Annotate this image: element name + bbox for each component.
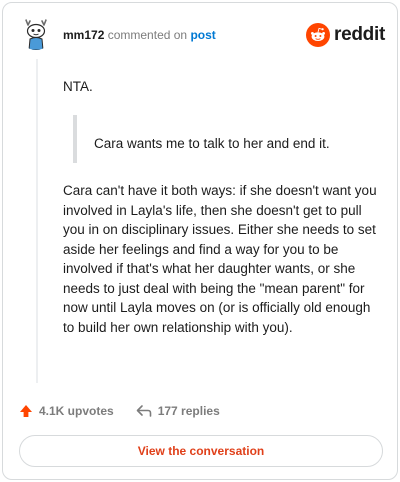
comment-meta: mm172 commented on post: [63, 28, 216, 42]
upvotes-stat[interactable]: 4.1K upvotes: [19, 404, 114, 418]
blockquote-text: Cara wants me to talk to her and end it.: [94, 136, 330, 151]
comment-footer: 4.1K upvotes 177 replies: [19, 401, 220, 421]
comment-header: mm172 commented on post reddit: [3, 3, 397, 65]
reddit-logo[interactable]: reddit: [306, 23, 385, 47]
view-conversation-button[interactable]: View the conversation: [19, 435, 383, 467]
upvote-arrow-icon: [20, 405, 32, 417]
post-link[interactable]: post: [190, 28, 215, 42]
comment-paragraph: Cara can't have it both ways: if she doe…: [63, 183, 377, 335]
avatar[interactable]: [19, 16, 53, 50]
commented-on-text: commented on: [107, 28, 188, 42]
upvotes-count: 4.1K upvotes: [39, 404, 114, 418]
blockquote: Cara wants me to talk to her and end it.: [73, 115, 373, 163]
replies-stat[interactable]: 177 replies: [136, 404, 220, 418]
snoo-avatar-icon: [19, 16, 53, 50]
comment-embed-card: mm172 commented on post reddit NTA. Cara…: [2, 2, 398, 480]
reply-arrow-icon: [136, 405, 152, 417]
thread-line: [36, 59, 38, 383]
reddit-snoo-icon: [306, 23, 331, 47]
comment-paragraph: NTA.: [63, 79, 93, 94]
reddit-wordmark: reddit: [334, 24, 385, 45]
username-link[interactable]: mm172: [63, 28, 104, 42]
replies-count: 177 replies: [157, 404, 220, 418]
